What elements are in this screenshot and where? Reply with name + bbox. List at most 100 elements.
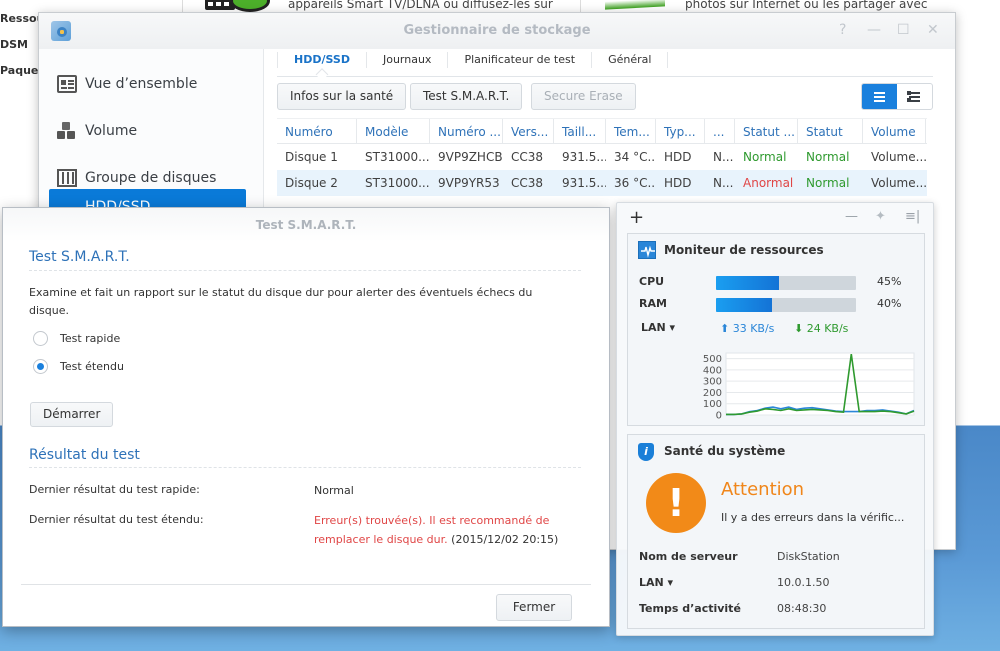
maximize-icon[interactable]: ☐: [897, 22, 910, 38]
lan-dropdown[interactable]: LAN ▾: [639, 576, 673, 589]
upload-rate: ⬆ 33 KB/s: [720, 322, 774, 335]
panel-toggle-icon[interactable]: ≡|: [905, 209, 920, 224]
cell: Disque 2: [285, 176, 338, 190]
column-header[interactable]: Volume: [863, 119, 926, 143]
window-titlebar[interactable]: Gestionnaire de stockage ? — ☐ ✕: [39, 13, 955, 49]
column-header[interactable]: Numéro ...: [430, 119, 503, 143]
column-header[interactable]: Tem...: [606, 119, 656, 143]
tab-test-scheduler[interactable]: Planificateur de test: [447, 52, 591, 68]
table-row[interactable]: Disque 2 ST31000... 9VP9YR53 CC38 931.5.…: [277, 170, 927, 196]
footer-divider: [21, 584, 591, 585]
server-name-label: Nom de serveur: [639, 550, 738, 563]
tab-general[interactable]: Général: [591, 52, 669, 68]
column-header[interactable]: Typ...: [656, 119, 705, 143]
overview-icon: [57, 75, 77, 93]
bg-package-description: photos sur Internet ou les partager avec: [685, 0, 928, 11]
cell: 931.5...: [562, 176, 606, 190]
chart-y-tick-label: 0: [716, 411, 722, 422]
resource-monitor-widget: Moniteur de ressources CPU 45% RAM 40% L…: [627, 233, 925, 426]
view-toggle: [861, 83, 933, 110]
tab-logs[interactable]: Journaux: [365, 52, 447, 68]
cell: Disque 1: [285, 150, 338, 164]
chart-y-tick-label: 500: [703, 354, 722, 365]
column-header[interactable]: Statut ...: [735, 119, 798, 143]
chart-y-tick-label: 100: [703, 399, 722, 410]
info-shield-icon: i: [638, 443, 654, 461]
cell: CC38: [511, 176, 544, 190]
health-status: Attention: [721, 479, 805, 500]
lan-traffic-chart: 0100200300400500: [703, 352, 915, 422]
ram-label: RAM: [639, 297, 667, 310]
close-icon[interactable]: ✕: [927, 22, 939, 38]
results-title: Résultat du test: [29, 447, 140, 463]
smart-test-button[interactable]: Test S.M.A.R.T.: [410, 83, 523, 110]
bg-package-description: appareils Smart TV/DLNA ou diffusez-les …: [288, 0, 553, 11]
download-rate: ⬇ 24 KB/s: [794, 322, 848, 335]
dialog-title[interactable]: Test S.M.A.R.T.: [3, 208, 609, 242]
column-header[interactable]: Modèle: [357, 119, 430, 143]
ram-bar-fill: [716, 298, 772, 312]
close-button[interactable]: Fermer: [496, 594, 572, 621]
table-row[interactable]: Disque 1 ST31000... 9VP9ZHCB CC38 931.5.…: [277, 144, 927, 170]
health-info-button[interactable]: Infos sur la santé: [277, 83, 407, 110]
column-header[interactable]: Statut: [798, 119, 863, 143]
lan-ip-value: 10.0.1.50: [777, 576, 830, 589]
divider: [29, 270, 581, 271]
sidebar-item-volume[interactable]: Volume: [49, 111, 246, 151]
list-view-button[interactable]: [862, 84, 897, 109]
resource-monitor-icon: [638, 241, 656, 259]
cell: ST31000...: [365, 150, 430, 164]
detail-view-button[interactable]: [897, 84, 932, 109]
list-icon: [874, 95, 885, 98]
smart-test-dialog: Test S.M.A.R.T. Test S.M.A.R.T. Examine …: [2, 207, 610, 627]
chart-plot-area: [725, 352, 915, 416]
warning-icon: !: [646, 473, 706, 533]
cell: CC38: [511, 150, 544, 164]
volume-icon: [57, 122, 77, 140]
radio-button[interactable]: [33, 359, 48, 374]
column-header[interactable]: Numéro: [277, 119, 357, 143]
column-header[interactable]: Vers...: [503, 119, 554, 143]
extended-result-value: Erreur(s) trouvée(s). Il est recommandé …: [314, 511, 584, 549]
extended-result-label: Dernier résultat du test étendu:: [29, 513, 204, 526]
extended-test-radio[interactable]: Test étendu: [33, 359, 124, 374]
minimize-icon[interactable]: —: [867, 22, 881, 38]
disk-table: Numéro Modèle Numéro ... Vers... Taill..…: [277, 118, 927, 196]
help-icon[interactable]: ?: [839, 22, 846, 38]
description: Examine et fait un rapport sur le statut…: [29, 286, 533, 317]
ram-percent: 40%: [877, 297, 902, 310]
cell: Volume...: [871, 176, 926, 190]
widget-title: Moniteur de ressources: [664, 243, 824, 257]
quick-result-value: Normal: [314, 484, 354, 497]
server-name-value: DiskStation: [777, 550, 840, 563]
radio-label: Test rapide: [60, 332, 121, 345]
sidebar-item-label: Volume: [85, 123, 138, 139]
cell: 34 °C...: [614, 150, 656, 164]
radio-button[interactable]: [33, 331, 48, 346]
cell: Volume...: [871, 150, 926, 164]
uptime-value: 08:48:30: [777, 602, 827, 615]
detail-list-icon: [907, 90, 920, 98]
start-button[interactable]: Démarrer: [30, 402, 114, 427]
pin-icon[interactable]: ✦: [875, 209, 886, 224]
tab-hdd-ssd[interactable]: HDD/SSD: [277, 52, 366, 68]
health-message[interactable]: Il y a des erreurs dans la vérific...: [721, 511, 904, 524]
chart-y-tick-label: 200: [703, 388, 722, 399]
add-widget-icon[interactable]: +: [629, 207, 644, 228]
health-status-cell: Anormal: [743, 176, 794, 190]
minimize-widgets-icon[interactable]: —: [845, 209, 858, 224]
quick-test-radio[interactable]: Test rapide: [33, 331, 120, 346]
column-header[interactable]: ...: [705, 119, 735, 143]
uptime-label: Temps d’activité: [639, 602, 741, 615]
secure-erase-button[interactable]: Secure Erase: [531, 83, 636, 110]
upload-value: 33 KB/s: [732, 322, 775, 335]
column-header[interactable]: Taill...: [554, 119, 606, 143]
media-server-icon: [230, 0, 270, 12]
tab-bar: HDD/SSD Journaux Planificateur de test G…: [277, 49, 933, 77]
lan-dropdown[interactable]: LAN ▾: [641, 321, 675, 334]
ram-bar: [716, 298, 856, 312]
divider: [29, 467, 581, 468]
sidebar-item-label: Groupe de disques: [85, 170, 217, 186]
status-cell: Normal: [806, 150, 850, 164]
sidebar-item-overview[interactable]: Vue d’ensemble: [49, 64, 246, 104]
